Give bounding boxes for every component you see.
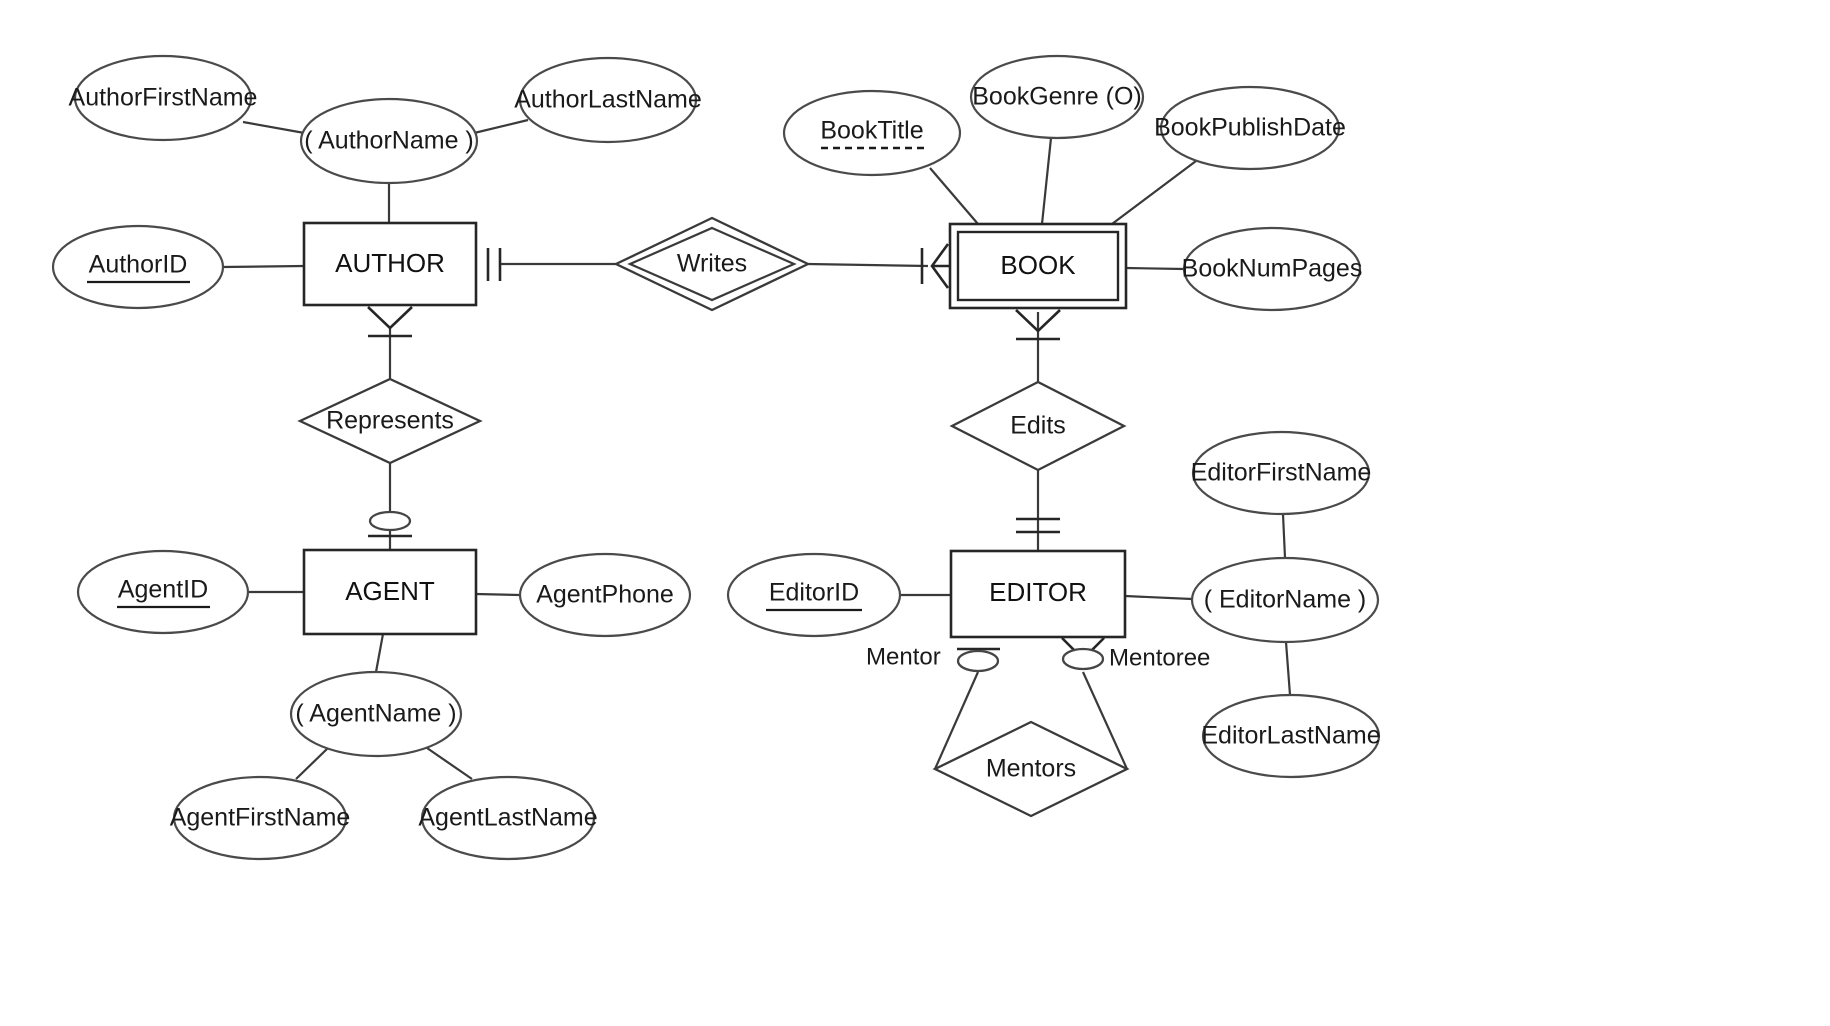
attribute-book-publish-date[interactable]: BookPublishDate — [1154, 85, 1346, 171]
editor-label: EDITOR — [989, 577, 1087, 607]
zero-circle — [368, 510, 412, 532]
author-label: AUTHOR — [335, 248, 445, 278]
connector-agent-agentphone — [475, 592, 521, 597]
entity-book[interactable]: BOOK — [948, 222, 1128, 310]
attribute-agent-last-name[interactable]: AgentLastName — [418, 775, 598, 861]
mentors-label: Mentors — [986, 755, 1076, 783]
attribute-agent-phone[interactable]: AgentPhone — [518, 552, 692, 638]
attribute-book-genre[interactable]: BookGenre (O) — [969, 54, 1145, 140]
attribute-author-id[interactable]: AuthorID — [51, 224, 225, 310]
connector-bookgenre-book — [1040, 137, 1053, 225]
crowsfoot — [367, 306, 413, 330]
attribute-label: ( AgentName ) — [295, 700, 456, 728]
connector-editorname-editorlastname — [1284, 641, 1292, 696]
attribute-label: AuthorLastName — [514, 86, 702, 114]
er-diagram-canvas: Writes Represents Edits Mentors AUTHOR B… — [0, 0, 1830, 1026]
agent-label: AGENT — [345, 576, 435, 606]
attribute-author-name[interactable]: ( AuthorName ) — [299, 97, 479, 185]
attribute-label: ( AuthorName ) — [304, 127, 474, 155]
connector-editorfirstname-editorname — [1281, 513, 1287, 559]
cardinality-author-writes — [486, 248, 502, 281]
attribute-label: AgentPhone — [536, 581, 674, 609]
connector-authorfirstname-authorname — [242, 120, 311, 136]
relationship-writes[interactable]: Writes — [613, 216, 811, 312]
zero-circle — [956, 649, 1000, 673]
represents-label: Represents — [326, 407, 454, 435]
attribute-label: AgentID — [118, 576, 208, 604]
relationship-edits[interactable]: Edits — [949, 380, 1127, 472]
attribute-editor-first-name[interactable]: EditorFirstName — [1191, 430, 1372, 516]
attribute-label: AgentFirstName — [170, 804, 351, 832]
attribute-label: EditorID — [769, 579, 859, 607]
cardinality-mentor-mentors — [956, 647, 1000, 673]
zero-circle — [1061, 647, 1105, 671]
relationship-represents[interactable]: Represents — [297, 377, 483, 465]
attribute-label: BookNumPages — [1182, 255, 1363, 283]
edits-label: Edits — [1010, 412, 1066, 440]
attribute-agent-name[interactable]: ( AgentName ) — [289, 670, 463, 758]
connector-bookpublishdate-book — [1111, 160, 1197, 225]
attribute-book-title[interactable]: BookTitle — [782, 89, 962, 177]
connector-agent-agentname — [374, 633, 385, 673]
connector-writes-book — [807, 262, 929, 268]
attribute-agent-id[interactable]: AgentID — [76, 549, 250, 635]
relationship-mentors[interactable]: Mentors — [932, 720, 1130, 818]
entity-agent[interactable]: AGENT — [302, 548, 478, 636]
attribute-label: AgentLastName — [418, 804, 597, 832]
attribute-label: ( EditorName ) — [1204, 586, 1367, 614]
attribute-label: EditorLastName — [1201, 722, 1380, 750]
attribute-label: BookGenre (O) — [972, 83, 1142, 111]
connector-authorid-author — [222, 264, 305, 269]
connector-agentname-agentlastname — [426, 747, 473, 780]
connector-booktitle-book — [929, 167, 979, 225]
attribute-editor-name[interactable]: ( EditorName ) — [1190, 556, 1380, 644]
entity-editor[interactable]: EDITOR — [949, 549, 1127, 639]
mentoree-role-label: Mentoree — [1109, 644, 1210, 671]
attribute-label: AuthorID — [89, 251, 188, 279]
attribute-label: BookTitle — [820, 117, 923, 145]
attribute-label: EditorFirstName — [1191, 459, 1372, 487]
attribute-book-num-pages[interactable]: BookNumPages — [1182, 226, 1363, 312]
connector-editor-editorname — [1124, 594, 1193, 601]
entity-author[interactable]: AUTHOR — [302, 221, 478, 307]
attribute-editor-last-name[interactable]: EditorLastName — [1201, 693, 1381, 779]
mentor-role-label: Mentor — [866, 643, 941, 670]
attribute-label: BookPublishDate — [1154, 114, 1346, 142]
attribute-author-last-name[interactable]: AuthorLastName — [514, 56, 702, 144]
writes-label: Writes — [677, 250, 747, 278]
connector-agentname-agentfirstname — [295, 747, 329, 780]
book-label: BOOK — [1000, 250, 1076, 280]
attribute-agent-first-name[interactable]: AgentFirstName — [170, 775, 351, 861]
attribute-label: AuthorFirstName — [69, 84, 258, 112]
attribute-editor-id[interactable]: EditorID — [726, 552, 902, 638]
connector-authorlastname-authorname — [469, 118, 529, 136]
connector-booknumpages-book — [1125, 266, 1185, 271]
cardinality-mentoree-mentors — [1061, 637, 1105, 671]
attribute-author-first-name[interactable]: AuthorFirstName — [69, 54, 258, 142]
